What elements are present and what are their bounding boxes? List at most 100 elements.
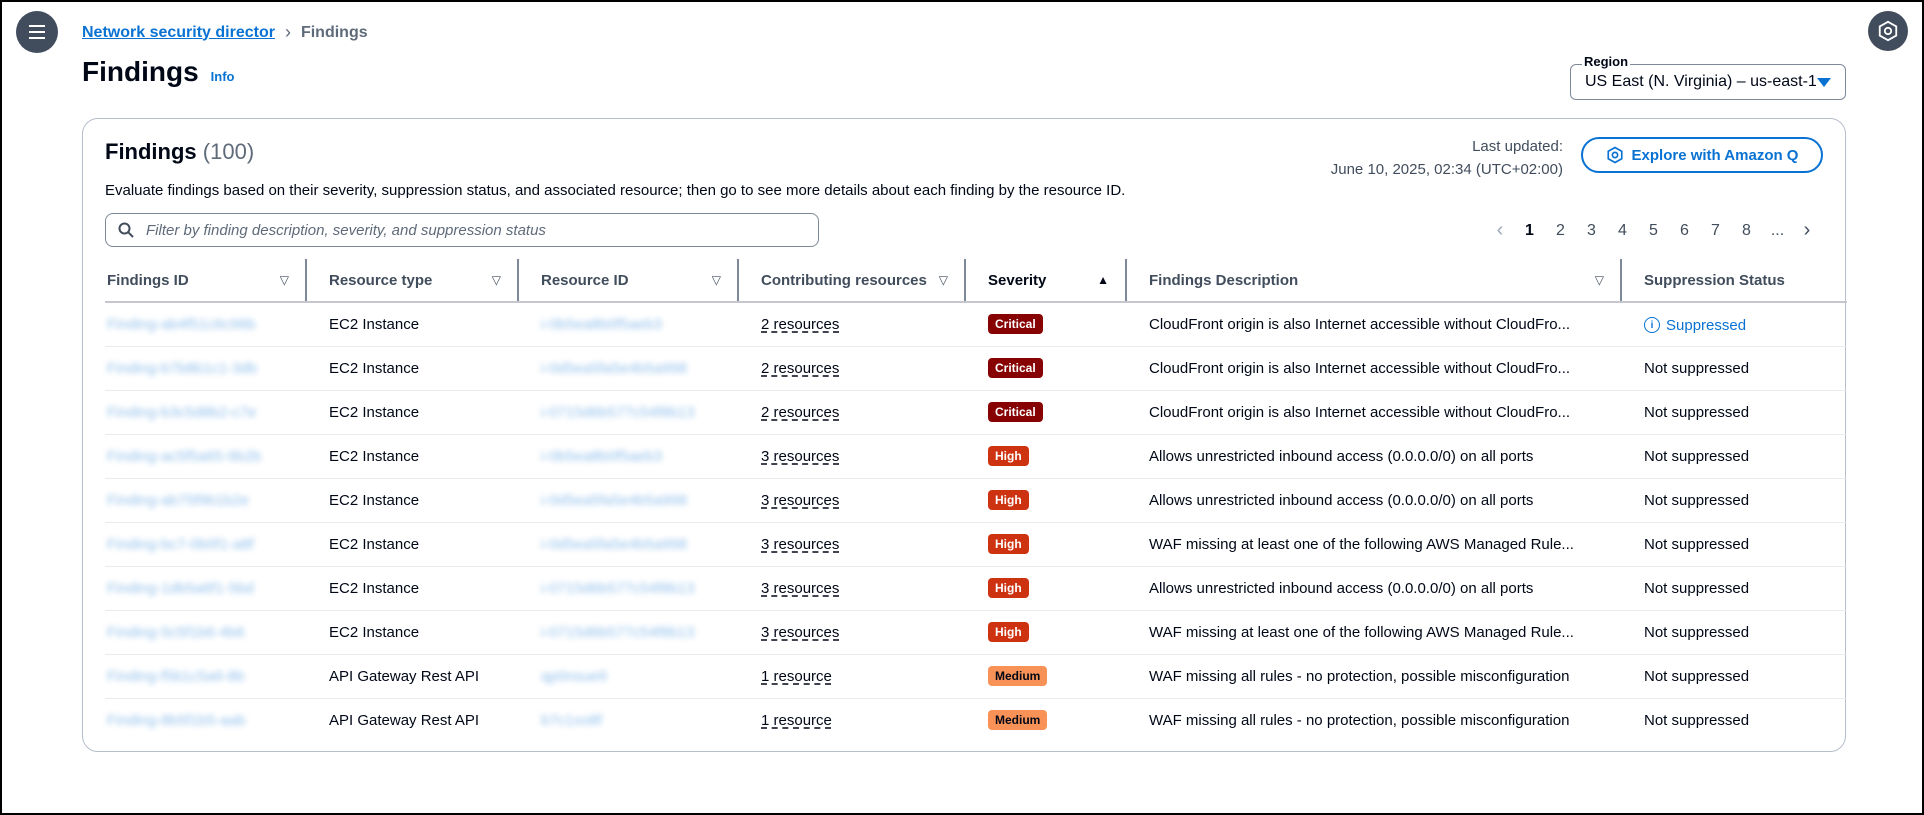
col-severity[interactable]: Severity ▲ [966, 259, 1127, 303]
sort-down-icon[interactable]: ▽ [712, 273, 721, 287]
severity-cell: High [966, 434, 1127, 479]
contributing-resources-cell[interactable]: 3 resources [739, 478, 966, 523]
page-7[interactable]: 7 [1700, 222, 1731, 240]
last-updated: Last updated: June 10, 2025, 02:34 (UTC+… [1331, 135, 1563, 181]
page-4[interactable]: 4 [1607, 222, 1638, 240]
contributing-resources-cell[interactable]: 3 resources [739, 566, 966, 611]
contributing-resources-link[interactable]: 2 resources [761, 360, 839, 377]
next-page-icon[interactable]: › [1793, 219, 1821, 242]
findings-id-link[interactable]: Finding-b3c5d8b2-c7e [107, 404, 256, 421]
col-resource-type[interactable]: Resource type ▽ [307, 259, 519, 303]
col-contributing-resources[interactable]: Contributing resources ▽ [739, 259, 966, 303]
findings-id-cell[interactable]: Finding-ab4f51c6c96b [105, 302, 307, 347]
findings-id-cell[interactable]: Finding-1db5a6f1-5bd [105, 566, 307, 611]
contributing-resources-cell[interactable]: 2 resources [739, 346, 966, 391]
resource-id-link[interactable]: i-0d5ea5fa5e4b5a998 [541, 360, 687, 377]
resource-id-link[interactable]: i-0b5ea8b0f5aeb3 [541, 316, 662, 333]
resource-id-cell[interactable]: i-0b5ea8b0f5aeb3 [519, 302, 739, 347]
prev-page-icon[interactable]: ‹ [1486, 219, 1514, 242]
contributing-resources-link[interactable]: 1 resource [761, 712, 832, 729]
page-title: Findings [82, 56, 199, 87]
contributing-resources-link[interactable]: 2 resources [761, 316, 839, 333]
page-header: Findings Info [82, 56, 234, 88]
sort-down-icon[interactable]: ▽ [939, 273, 948, 287]
findings-description-cell: CloudFront origin is also Internet acces… [1127, 390, 1622, 435]
resource-id-link[interactable]: i-0d5ea5fa5e4b5a998 [541, 492, 687, 509]
findings-id-link[interactable]: Finding-ab75f9b1b2e [107, 492, 249, 509]
page-3[interactable]: 3 [1576, 222, 1607, 240]
contributing-resources-link[interactable]: 3 resources [761, 492, 839, 509]
page-8[interactable]: 8 [1731, 222, 1762, 240]
contributing-resources-link[interactable]: 3 resources [761, 448, 839, 465]
table-row: Finding-b3c5d8b2-c7e EC2 Instance i-0715d6… [105, 390, 1847, 435]
page-6[interactable]: 6 [1669, 222, 1700, 240]
contributing-resources-link[interactable]: 1 resource [761, 668, 832, 685]
resource-id-cell[interactable]: b7c1xo8f [519, 698, 739, 742]
sort-down-icon[interactable]: ▽ [492, 273, 501, 287]
contributing-resources-cell[interactable]: 3 resources [739, 522, 966, 567]
contributing-resources-link[interactable]: 3 resources [761, 536, 839, 553]
resource-id-cell[interactable]: i-0715d6b577c54f8b13 [519, 610, 739, 655]
findings-id-link[interactable]: Finding-5c5f1b6-4b6 [107, 624, 245, 641]
col-suppression-status[interactable]: Suppression Status [1622, 259, 1847, 303]
contributing-resources-cell[interactable]: 3 resources [739, 610, 966, 655]
resource-id-link[interactable]: qp0nsue9 [541, 668, 607, 685]
resource-id-link[interactable]: i-0d5ea5fa5e4b5a998 [541, 536, 687, 553]
findings-id-link[interactable]: Finding-8b5f1b5-aab [107, 712, 245, 729]
suppression-status: Not suppressed [1644, 447, 1750, 465]
findings-id-link[interactable]: Finding-1db5a6f1-5bd [107, 580, 254, 597]
sort-down-icon[interactable]: ▽ [1595, 273, 1604, 287]
resource-id-link[interactable]: b7c1xo8f [541, 712, 602, 729]
suppression-status: Not suppressed [1644, 579, 1750, 597]
amazon-q-icon[interactable] [1868, 11, 1908, 51]
breadcrumb-parent-link[interactable]: Network security director [82, 24, 275, 42]
contributing-resources-link[interactable]: 2 resources [761, 404, 839, 421]
findings-id-link[interactable]: Finding-f5b1c5a6-8b [107, 668, 245, 685]
sort-up-icon[interactable]: ▲ [1097, 273, 1109, 287]
contributing-resources-link[interactable]: 3 resources [761, 624, 839, 641]
findings-id-cell[interactable]: Finding-5c5f1b6-4b6 [105, 610, 307, 655]
resource-id-link[interactable]: i-0715d6b577c54f8b13 [541, 624, 694, 641]
contributing-resources-link[interactable]: 3 resources [761, 580, 839, 597]
findings-id-link[interactable]: Finding-b7b8b1c1-3db [107, 360, 257, 377]
resource-id-cell[interactable]: i-0715d6b577c54f8b13 [519, 566, 739, 611]
findings-id-cell[interactable]: Finding-8b5f1b5-aab [105, 698, 307, 742]
findings-id-link[interactable]: Finding-ab4f51c6c96b [107, 316, 255, 333]
resource-id-cell[interactable]: i-0b5ea8b0f5aeb3 [519, 434, 739, 479]
filter-input[interactable] [144, 220, 784, 240]
resource-id-link[interactable]: i-0715d6b577c54f8b13 [541, 580, 694, 597]
col-resource-id[interactable]: Resource ID ▽ [519, 259, 739, 303]
region-select[interactable]: US East (N. Virginia) – us-east-1 [1570, 64, 1846, 100]
resource-id-cell[interactable]: i-0d5ea5fa5e4b5a998 [519, 478, 739, 523]
col-findings-description[interactable]: Findings Description ▽ [1127, 259, 1622, 303]
resource-id-cell[interactable]: i-0715d6b577c54f8b13 [519, 390, 739, 435]
contributing-resources-cell[interactable]: 3 resources [739, 434, 966, 479]
findings-id-link[interactable]: Finding-bc7-0b0f1-a8f [107, 536, 254, 553]
col-findings-id[interactable]: Findings ID ▽ [105, 259, 307, 303]
contributing-resources-cell[interactable]: 1 resource [739, 654, 966, 699]
page-5[interactable]: 5 [1638, 222, 1669, 240]
findings-id-cell[interactable]: Finding-f5b1c5a6-8b [105, 654, 307, 699]
page-1[interactable]: 1 [1514, 222, 1545, 240]
info-link[interactable]: Info [211, 69, 235, 84]
findings-id-cell[interactable]: Finding-ac5f5a65-9b2b [105, 434, 307, 479]
findings-id-cell[interactable]: Finding-bc7-0b0f1-a8f [105, 522, 307, 567]
explore-with-amazon-q-button[interactable]: Explore with Amazon Q [1581, 137, 1823, 173]
page-2[interactable]: 2 [1545, 222, 1576, 240]
contributing-resources-cell[interactable]: 2 resources [739, 390, 966, 435]
resource-id-cell[interactable]: i-0d5ea5fa5e4b5a998 [519, 346, 739, 391]
sort-down-icon[interactable]: ▽ [280, 273, 289, 287]
findings-id-link[interactable]: Finding-ac5f5a65-9b2b [107, 448, 261, 465]
findings-id-cell[interactable]: Finding-ab75f9b1b2e [105, 478, 307, 523]
findings-id-cell[interactable]: Finding-b7b8b1c1-3db [105, 346, 307, 391]
resource-id-cell[interactable]: qp0nsue9 [519, 654, 739, 699]
contributing-resources-cell[interactable]: 2 resources [739, 302, 966, 347]
resource-id-link[interactable]: i-0b5ea8b0f5aeb3 [541, 448, 662, 465]
resource-id-link[interactable]: i-0715d6b577c54f8b13 [541, 404, 694, 421]
resource-type-cell: EC2 Instance [307, 434, 519, 479]
resource-type-cell: EC2 Instance [307, 302, 519, 347]
menu-icon[interactable] [16, 11, 58, 53]
contributing-resources-cell[interactable]: 1 resource [739, 698, 966, 742]
resource-id-cell[interactable]: i-0d5ea5fa5e4b5a998 [519, 522, 739, 567]
findings-id-cell[interactable]: Finding-b3c5d8b2-c7e [105, 390, 307, 435]
